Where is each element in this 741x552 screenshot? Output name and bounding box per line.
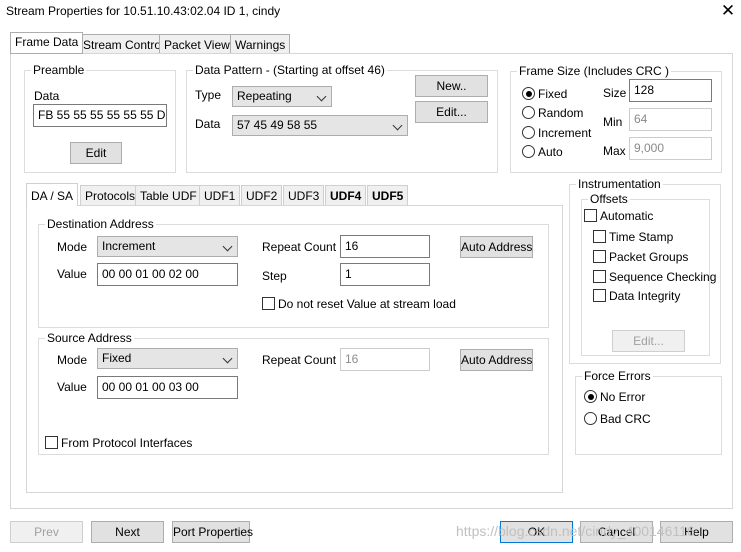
pattern-type-label: Type bbox=[195, 88, 222, 102]
src-auto-address-button[interactable]: Auto Address bbox=[460, 349, 533, 371]
src-value-input[interactable]: 00 00 01 00 03 00 bbox=[97, 376, 238, 399]
tab-warnings[interactable]: Warnings bbox=[230, 34, 291, 53]
src-repeat-label: Repeat Count bbox=[262, 353, 337, 367]
dest-mode-value: Increment bbox=[102, 239, 156, 253]
port-properties-button[interactable]: Port Properties bbox=[172, 521, 253, 543]
preamble-data-label: Data bbox=[34, 89, 60, 103]
sequence-checking-label: Sequence Checking bbox=[609, 270, 717, 284]
destination-address-label: Destination Address bbox=[45, 217, 156, 231]
min-label: Min bbox=[603, 115, 623, 129]
frame-size-label: Frame Size (Includes CRC ) bbox=[517, 64, 672, 78]
dest-step-label: Step bbox=[262, 269, 287, 283]
dest-step-input[interactable]: 1 bbox=[340, 263, 430, 286]
chevron-down-icon bbox=[316, 91, 327, 102]
no-error-radio[interactable] bbox=[584, 390, 597, 403]
dest-repeat-input[interactable]: 16 bbox=[340, 235, 430, 258]
instrumentation-label: Instrumentation bbox=[576, 177, 663, 191]
max-input: 9,000 bbox=[629, 137, 712, 160]
source-address-label: Source Address bbox=[45, 331, 134, 345]
min-input: 64 bbox=[629, 108, 712, 131]
dest-auto-address-button[interactable]: Auto Address bbox=[460, 236, 533, 258]
sequence-checking-checkbox[interactable] bbox=[593, 270, 606, 283]
dest-value-label: Value bbox=[57, 267, 87, 281]
tab-udf5[interactable]: UDF5 bbox=[367, 185, 409, 206]
preamble-label: Preamble bbox=[31, 63, 87, 77]
no-reset-checkbox[interactable] bbox=[262, 297, 275, 310]
window-title: Stream Properties for 10.51.10.43:02.04 … bbox=[6, 4, 281, 18]
src-mode-label: Mode bbox=[57, 353, 88, 367]
preamble-data-input[interactable]: FB 55 55 55 55 55 55 D5 bbox=[33, 104, 167, 127]
dest-repeat-label: Repeat Count bbox=[262, 240, 337, 254]
pattern-edit-button[interactable]: Edit... bbox=[415, 101, 488, 123]
tab-protocols[interactable]: Protocols bbox=[80, 185, 141, 206]
tab-da-sa[interactable]: DA / SA bbox=[26, 183, 79, 206]
bad-crc-radio[interactable] bbox=[584, 412, 597, 425]
packet-groups-checkbox[interactable] bbox=[593, 250, 606, 263]
timestamp-checkbox[interactable] bbox=[593, 230, 606, 243]
pattern-new-button[interactable]: New.. bbox=[415, 75, 488, 97]
src-mode-value: Fixed bbox=[102, 351, 132, 365]
close-icon[interactable]: ✕ bbox=[718, 0, 738, 22]
auto-label: Auto bbox=[538, 145, 563, 159]
tab-table-udf[interactable]: Table UDF bbox=[135, 185, 202, 206]
tab-udf4[interactable]: UDF4 bbox=[325, 185, 367, 206]
from-protocol-checkbox[interactable] bbox=[45, 436, 58, 449]
preamble-edit-button[interactable]: Edit bbox=[70, 142, 122, 164]
increment-label: Increment bbox=[538, 126, 592, 140]
src-mode-select[interactable]: Fixed bbox=[97, 348, 238, 369]
fixed-label: Fixed bbox=[538, 87, 568, 101]
watermark: https://blog.csdn.net/cindy_400146116 bbox=[456, 523, 695, 539]
bad-crc-label: Bad CRC bbox=[600, 412, 651, 426]
tab-udf3[interactable]: UDF3 bbox=[283, 185, 325, 206]
chevron-down-icon bbox=[222, 241, 233, 252]
pattern-data-label: Data bbox=[195, 117, 221, 131]
random-radio[interactable] bbox=[522, 106, 535, 119]
force-errors-label: Force Errors bbox=[582, 369, 653, 383]
size-input[interactable]: 128 bbox=[629, 79, 712, 102]
chevron-down-icon bbox=[222, 353, 233, 364]
random-label: Random bbox=[538, 106, 584, 120]
size-label: Size bbox=[603, 86, 627, 100]
automatic-label: Automatic bbox=[600, 209, 654, 223]
increment-radio[interactable] bbox=[522, 126, 535, 139]
dest-mode-select[interactable]: Increment bbox=[97, 236, 238, 257]
timestamp-label: Time Stamp bbox=[609, 230, 674, 244]
tab-udf2[interactable]: UDF2 bbox=[241, 185, 283, 206]
tab-packet-view[interactable]: Packet View bbox=[159, 34, 235, 53]
data-integrity-checkbox[interactable] bbox=[593, 289, 606, 302]
next-button[interactable]: Next bbox=[91, 521, 164, 543]
src-repeat-input: 16 bbox=[340, 348, 430, 371]
data-integrity-label: Data Integrity bbox=[609, 289, 681, 303]
pattern-data-select[interactable]: 57 45 49 58 55 bbox=[232, 115, 408, 136]
chevron-down-icon bbox=[392, 120, 403, 131]
pattern-data-value: 57 45 49 58 55 bbox=[237, 118, 318, 132]
offsets-label: Offsets bbox=[588, 192, 630, 206]
prev-button: Prev bbox=[10, 521, 83, 543]
auto-radio[interactable] bbox=[522, 145, 535, 158]
dest-value-input[interactable]: 00 00 01 00 02 00 bbox=[97, 263, 238, 286]
tab-frame-data[interactable]: Frame Data bbox=[10, 32, 84, 54]
data-pattern-label: Data Pattern - (Starting at offset 46) bbox=[193, 63, 387, 77]
max-label: Max bbox=[603, 144, 626, 158]
no-reset-label: Do not reset Value at stream load bbox=[278, 297, 456, 311]
automatic-checkbox[interactable] bbox=[584, 209, 597, 222]
pattern-type-value: Repeating bbox=[237, 89, 292, 103]
src-value-label: Value bbox=[57, 380, 87, 394]
packet-groups-label: Packet Groups bbox=[609, 250, 689, 264]
pattern-type-select[interactable]: Repeating bbox=[232, 86, 332, 107]
dest-mode-label: Mode bbox=[57, 240, 88, 254]
from-protocol-label: From Protocol Interfaces bbox=[61, 436, 193, 450]
tab-udf1[interactable]: UDF1 bbox=[199, 185, 241, 206]
tab-stream-control[interactable]: Stream Control bbox=[78, 34, 169, 53]
instrumentation-edit-button: Edit... bbox=[612, 330, 685, 352]
no-error-label: No Error bbox=[600, 390, 646, 404]
fixed-radio[interactable] bbox=[522, 87, 535, 100]
